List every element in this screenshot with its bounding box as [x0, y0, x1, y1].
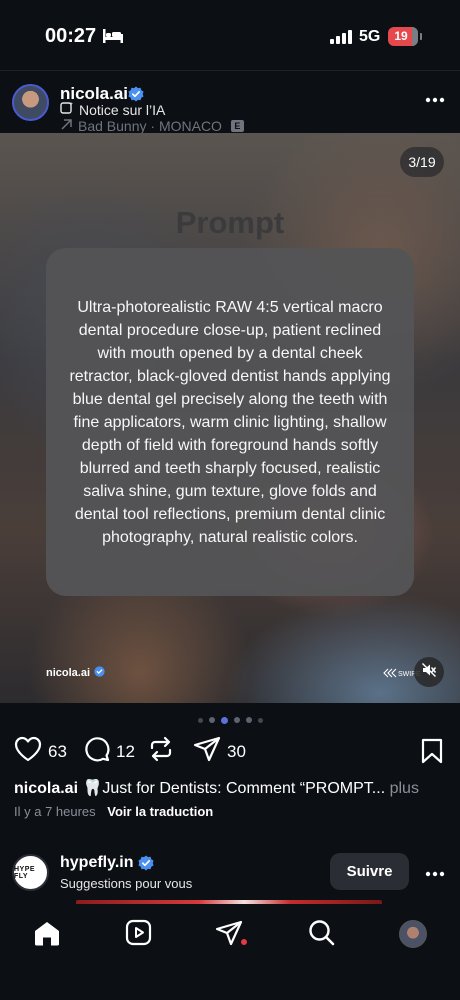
signal-icon: [330, 30, 352, 49]
watermark-verified-icon: [94, 666, 105, 680]
post-actions: 63 12 30: [0, 736, 460, 768]
suggested-avatar-logo: HYPE FLY: [14, 865, 36, 880]
verified-icon: [138, 855, 154, 876]
watermark: nicola.ai: [46, 666, 105, 680]
audio-link[interactable]: Bad Bunny · MONACO E: [60, 118, 244, 134]
network-label: 5G: [359, 28, 381, 45]
ai-label-icon: [60, 101, 74, 118]
post-media[interactable]: 3/19 Prompt Ultra-photorealistic RAW 4:5…: [0, 133, 460, 703]
suggested-avatar[interactable]: HYPE FLY: [12, 854, 49, 891]
nav-messages[interactable]: [214, 920, 244, 950]
messages-icon: [215, 920, 243, 951]
suggested-subtitle: Suggestions pour vous: [60, 876, 193, 891]
comment-button[interactable]: 12: [84, 736, 135, 767]
caption-more-link[interactable]: plus: [390, 780, 419, 797]
post-caption[interactable]: nicola.ai 🦷Just for Dentists: Comment “P…: [14, 778, 446, 798]
home-icon: [33, 920, 61, 951]
divider: [0, 70, 460, 71]
status-time: 00:27: [45, 25, 97, 47]
bookmark-icon: [420, 738, 444, 768]
reels-icon: [125, 919, 152, 951]
post-header: nicola.ai Notice sur l’IA Bad Bunny · MO…: [0, 78, 460, 134]
carousel-dot-active: [220, 716, 228, 724]
arrow-up-right-icon: [60, 118, 73, 134]
ai-info-link[interactable]: Notice sur l’IA: [60, 101, 165, 118]
suggested-more-button[interactable]: [420, 864, 450, 884]
translate-link[interactable]: Voir la traduction: [107, 804, 213, 819]
nav-profile-avatar[interactable]: [399, 920, 427, 948]
explicit-badge: E: [230, 120, 244, 132]
heart-icon: [14, 736, 42, 767]
post-meta: Il y a 7 heures Voir la traduction: [14, 804, 213, 819]
prompt-card: Ultra-photorealistic RAW 4:5 vertical ma…: [46, 248, 414, 596]
search-icon: [308, 919, 335, 951]
ai-label-text: Notice sur l’IA: [79, 101, 166, 118]
watermark-text: nicola.ai: [46, 667, 91, 679]
chevrons-left-icon: [383, 668, 397, 680]
nav-reels[interactable]: [123, 919, 153, 951]
caption-text: 🦷Just for Dentists: Comment “PROMPT...: [82, 780, 386, 797]
repost-icon: [148, 736, 174, 767]
mute-button[interactable]: [414, 657, 444, 687]
battery-level: 19: [394, 29, 408, 43]
status-bar: 00:27 5G 19: [0, 0, 460, 70]
carousel-indicator: [0, 715, 460, 725]
save-button[interactable]: [420, 738, 444, 769]
caption-username[interactable]: nicola.ai: [14, 780, 78, 797]
speaker-muted-icon: [421, 662, 437, 683]
bed-icon: [103, 29, 123, 48]
follow-button[interactable]: Suivre: [330, 853, 409, 890]
slide-title: Prompt: [175, 205, 285, 240]
share-count: 30: [227, 741, 246, 761]
notification-dot: [241, 939, 247, 945]
carousel-dot: [257, 717, 263, 723]
nav-search[interactable]: [306, 920, 336, 950]
share-button[interactable]: 30: [193, 736, 246, 767]
carousel-dot: [208, 717, 215, 723]
like-button[interactable]: 63: [14, 736, 67, 767]
battery-cap: [420, 33, 422, 40]
repost-button[interactable]: [148, 736, 174, 767]
audio-title: Bad Bunny · MONACO: [78, 118, 222, 134]
carousel-dot: [233, 717, 240, 723]
slide-counter: 3/19: [400, 147, 444, 177]
bottom-nav: [0, 904, 460, 1000]
nav-home[interactable]: [32, 920, 62, 950]
carousel-dot: [245, 717, 252, 723]
suggested-username[interactable]: hypefly.in: [60, 854, 134, 872]
post-more-button[interactable]: [420, 90, 450, 110]
battery-icon: 19: [388, 27, 418, 46]
comment-icon: [84, 736, 110, 767]
like-count: 63: [48, 741, 67, 761]
carousel-dot: [197, 717, 203, 723]
send-icon: [193, 736, 221, 767]
suggested-post-header: HYPE FLY hypefly.in Suggestions pour vou…: [0, 852, 460, 898]
battery-empty: [412, 27, 418, 46]
post-time: Il y a 7 heures: [14, 804, 96, 819]
comment-count: 12: [116, 741, 135, 761]
prompt-text: Ultra-photorealistic RAW 4:5 vertical ma…: [69, 298, 391, 546]
author-avatar[interactable]: [12, 84, 49, 121]
